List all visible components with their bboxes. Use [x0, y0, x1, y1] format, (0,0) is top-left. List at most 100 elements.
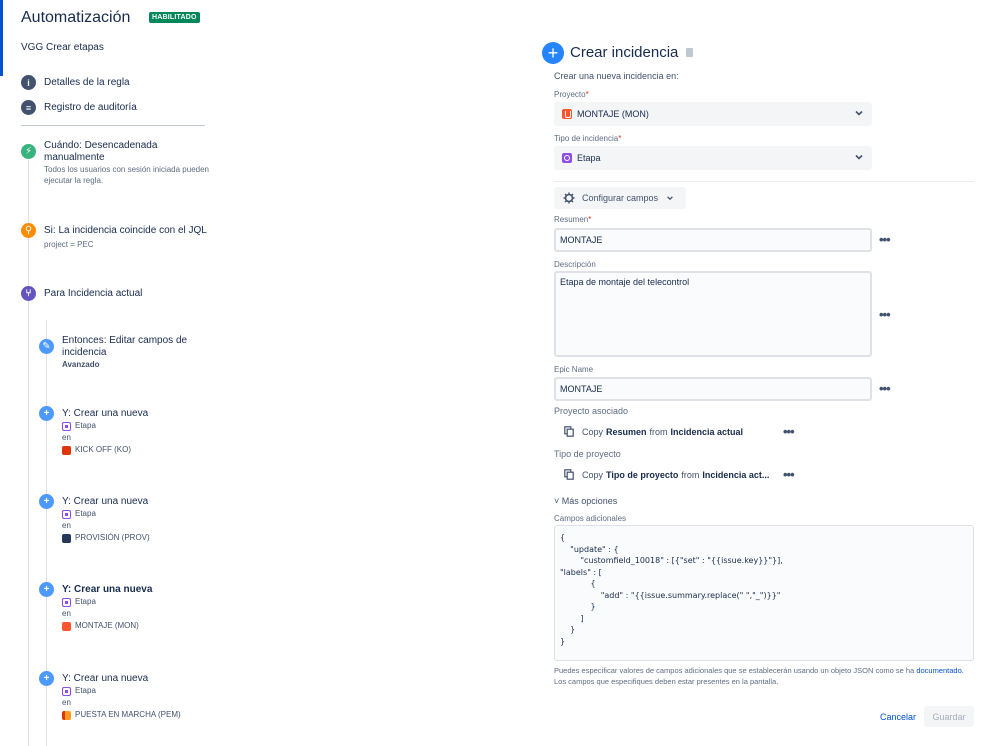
project-label: Proyecto* — [554, 90, 589, 99]
help-text: Puedes especificar valores de campos adi… — [554, 665, 974, 687]
create-step-1[interactable]: Y: Crear una nueva Etapa en KICK OFF (KO… — [62, 408, 148, 456]
nav-audit-log[interactable]: ≡ Registro de auditoría — [21, 100, 137, 115]
issue-type: Etapa — [75, 421, 96, 430]
project-name: KICK OFF (KO) — [75, 445, 131, 454]
intro-text: Crear una nueva incidencia en: — [554, 71, 679, 81]
issue-type: Etapa — [75, 686, 96, 695]
active-indicator — [0, 0, 3, 76]
documentation-link[interactable]: documentado. — [916, 666, 964, 675]
project-value: MONTAJE (MON) — [577, 109, 649, 119]
nav-item-label: Detalles de la regla — [44, 77, 130, 88]
divider — [554, 181, 974, 182]
more-icon[interactable]: ••• — [879, 233, 891, 246]
gear-icon — [563, 192, 575, 204]
configure-fields-button[interactable]: Configurar campos — [554, 187, 686, 209]
issue-type-label: Tipo de incidencia* — [554, 134, 622, 143]
chevron-down-icon — [667, 196, 673, 201]
branch-title: Para Incidencia actual — [44, 288, 143, 299]
additional-fields-label: Campos adicionales — [554, 514, 627, 523]
rule-sidebar: Automatización HABILITADO VGG Crear etap… — [0, 0, 220, 746]
status-badge: HABILITADO — [149, 12, 200, 23]
project-icon — [62, 710, 71, 720]
trigger-icon: ⚡ — [21, 144, 36, 159]
description-input[interactable]: Etapa de montaje del telecontrol — [554, 271, 872, 357]
chevron-down-icon: ˅ — [554, 496, 562, 506]
pencil-icon: ✎ — [39, 339, 54, 354]
issue-type-value: Etapa — [577, 153, 601, 163]
create-title: Y: Crear una nueva — [62, 584, 153, 595]
edit-fields-step[interactable]: Entonces: Editar campos de incidencia Av… — [62, 335, 202, 371]
save-button[interactable]: Guardar — [924, 706, 974, 727]
cancel-button[interactable]: Cancelar — [876, 710, 920, 724]
help-text-1: Puedes especificar valores de campos adi… — [554, 666, 915, 675]
create-title: Y: Crear una nueva — [62, 496, 149, 507]
create-step-2[interactable]: Y: Crear una nueva Etapa en PROVISIÓN (P… — [62, 496, 150, 544]
create-step-3[interactable]: Y: Crear una nueva Etapa en MONTAJE (MON… — [62, 584, 152, 632]
project-icon — [62, 445, 71, 455]
page-title: Automatización — [21, 9, 131, 26]
trash-icon[interactable] — [686, 48, 693, 57]
nav-item-label: Registro de auditoría — [44, 102, 137, 113]
panel-title: Crear incidencia — [570, 44, 679, 61]
more-icon[interactable]: ••• — [879, 382, 891, 395]
description-label: Descripción — [554, 260, 596, 269]
epic-name-label: Epic Name — [554, 365, 594, 374]
condition-step[interactable]: Si: La incidencia coincide con el JQL pr… — [44, 225, 214, 250]
more-icon[interactable]: ••• — [879, 308, 891, 321]
issue-type-select[interactable]: Etapa — [554, 146, 872, 170]
summary-label: Resumen* — [554, 215, 592, 224]
plus-icon: + — [39, 406, 54, 421]
divider — [21, 125, 205, 126]
linked-project-copy[interactable]: Copy Resumen from Incidencia actual — [564, 426, 746, 437]
copy-field: Resumen — [606, 426, 647, 437]
info-icon: i — [21, 75, 36, 90]
copy-from: from — [681, 469, 700, 480]
plus-icon: + — [39, 671, 54, 686]
copy-text: Copy — [582, 469, 604, 480]
trigger-title: Cuándo: Desencadenada manualmente — [44, 140, 158, 163]
project-name: PUESTA EN MARCHA (PEM) — [75, 710, 181, 719]
project-icon — [62, 621, 71, 631]
trigger-desc: Todos los usuarios con sesión iniciada p… — [44, 165, 209, 185]
summary-input[interactable] — [554, 228, 872, 252]
project-icon — [562, 109, 572, 119]
project-name: MONTAJE (MON) — [75, 621, 139, 630]
project-icon — [62, 533, 71, 543]
epic-type-icon — [62, 686, 71, 696]
list-icon: ≡ — [21, 100, 36, 115]
issue-type: Etapa — [75, 597, 96, 606]
linked-project-label: Proyecto asociado — [554, 406, 629, 416]
project-type-copy[interactable]: Copy Tipo de proyecto from Incidencia act..… — [564, 469, 772, 480]
configure-fields-label: Configurar campos — [582, 193, 659, 203]
flow-connector — [28, 160, 29, 746]
copy-field: Tipo de proyecto — [606, 469, 679, 480]
in-label: en — [62, 433, 71, 442]
more-options-label: Más opciones — [561, 496, 618, 506]
epic-name-input[interactable] — [554, 377, 872, 401]
epic-type-icon — [562, 153, 572, 163]
more-icon[interactable]: ••• — [783, 468, 795, 481]
create-step-4[interactable]: Y: Crear una nueva Etapa en PUESTA EN MA… — [62, 673, 181, 721]
project-select[interactable]: MONTAJE (MON) — [554, 102, 872, 126]
additional-fields-editor[interactable]: { "update" : { "customfield_10018" : [{"… — [554, 525, 974, 661]
epic-type-icon — [62, 597, 71, 607]
in-label: en — [62, 609, 71, 618]
plus-icon: + — [39, 494, 54, 509]
issue-type: Etapa — [75, 509, 96, 518]
epic-type-icon — [62, 509, 71, 519]
chevron-down-icon — [855, 154, 863, 160]
nav-rule-details[interactable]: i Detalles de la regla — [21, 75, 130, 90]
branch-step[interactable]: Para Incidencia actual — [44, 288, 142, 300]
branch-icon: ⑂ — [21, 286, 36, 301]
help-text-2: Los campos que especifiques deben estar … — [554, 677, 779, 686]
more-options-toggle[interactable]: ˅ Más opciones — [554, 496, 617, 506]
condition-desc: project = PEC — [44, 240, 94, 249]
copy-icon — [564, 469, 574, 480]
more-icon[interactable]: ••• — [783, 425, 795, 438]
copy-source: Incidencia actual — [670, 426, 744, 437]
trigger-step[interactable]: Cuándo: Desencadenada manualmente Todos … — [44, 140, 209, 186]
copy-text: Copy — [582, 426, 604, 437]
plus-icon: + — [542, 42, 564, 64]
plus-icon: + — [39, 582, 54, 597]
edit-desc: Avanzado — [62, 360, 100, 369]
